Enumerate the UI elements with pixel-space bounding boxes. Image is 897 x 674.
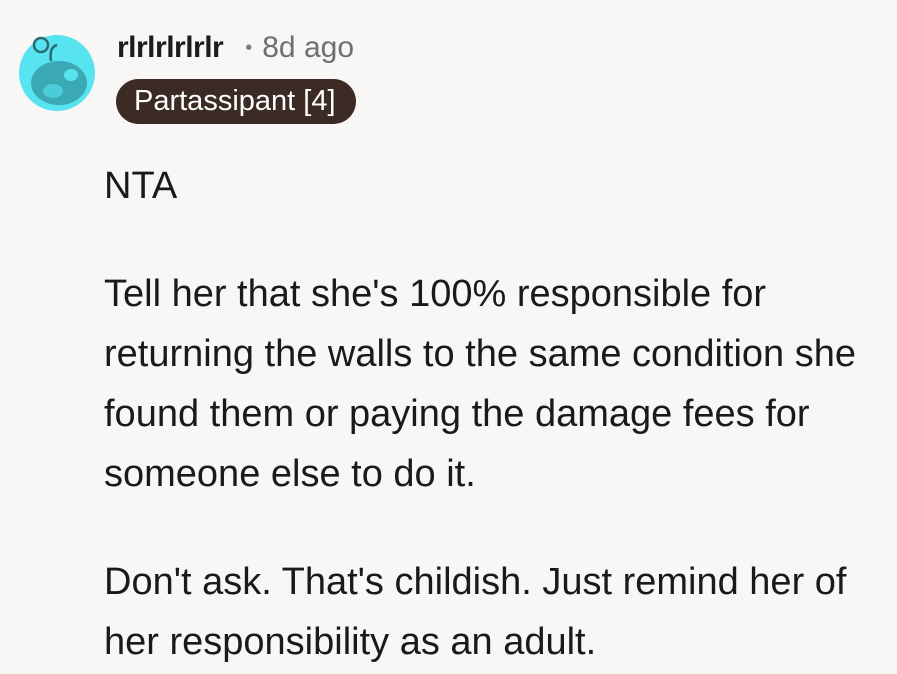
reddit-snoo-avatar-icon — [19, 35, 95, 111]
avatar[interactable] — [19, 17, 95, 111]
meta-separator: • — [245, 36, 253, 59]
comment-meta: rlrlrlrlrlr • 8d ago — [117, 28, 354, 68]
comment: rlrlrlrlrlr • 8d ago Partassipant [4] NT… — [0, 0, 897, 674]
comment-paragraph: NTA — [104, 165, 178, 207]
comment-body: NTA Tell her that she's 100% responsible… — [104, 156, 884, 672]
comment-paragraph: Tell her that she's 100% responsible for… — [104, 273, 856, 495]
user-flair-badge: Partassipant [4] — [116, 79, 356, 124]
comment-paragraph: Don't ask. That's childish. Just remind … — [104, 561, 847, 663]
comment-timestamp[interactable]: 8d ago — [262, 31, 354, 65]
author-username[interactable]: rlrlrlrlrlr — [117, 31, 224, 65]
